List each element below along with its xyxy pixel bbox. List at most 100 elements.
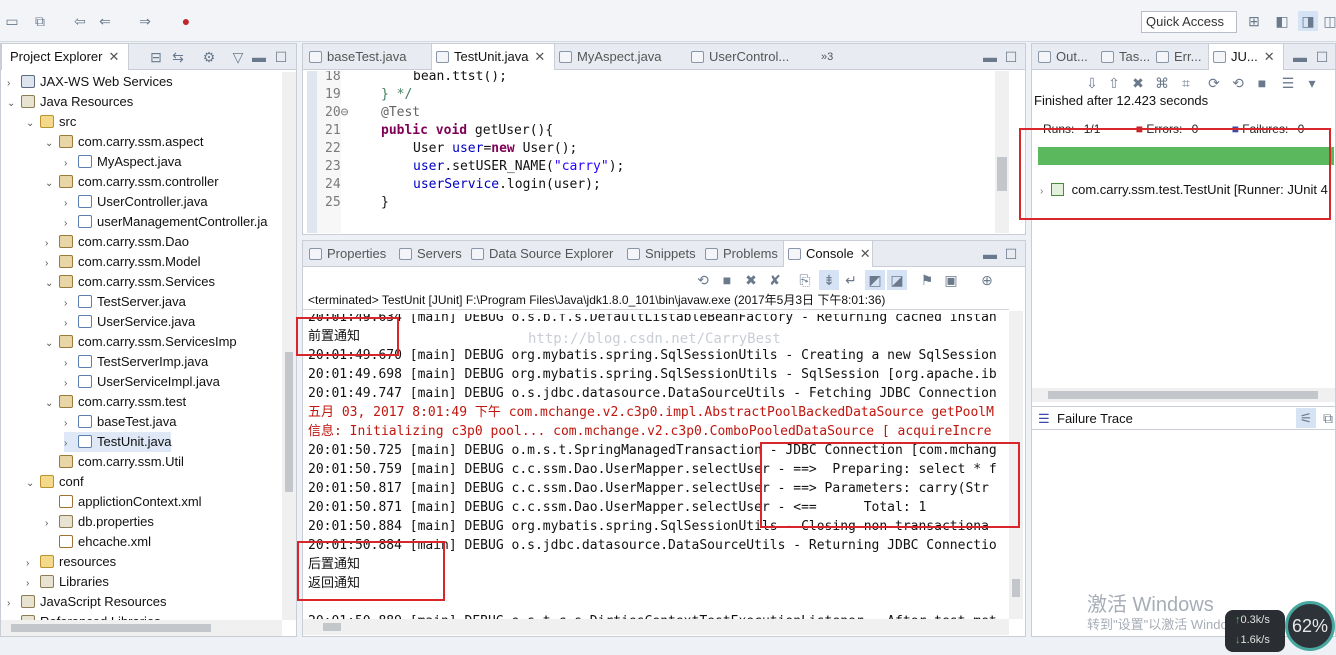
tab-snippets[interactable]: Snippets — [623, 241, 696, 267]
chevron-down-icon[interactable]: ⌄ — [45, 174, 59, 194]
perspective-java-icon[interactable]: ◨ — [1298, 11, 1318, 31]
chevron-right-icon[interactable]: › — [45, 254, 59, 274]
console-scrollbar[interactable] — [1009, 311, 1023, 619]
tree-item[interactable]: ⌄ conf — [26, 472, 84, 492]
cpu-usage-gauge[interactable]: 62% — [1285, 601, 1335, 651]
tree-item[interactable]: › TestServer.java — [64, 292, 186, 312]
chevron-right-icon[interactable]: › — [64, 154, 78, 174]
chevron-down-icon[interactable]: ⌄ — [45, 274, 59, 294]
show-skipped-icon[interactable]: ⌗ — [1176, 73, 1196, 93]
tree-item[interactable]: ⌄ com.carry.ssm.ServicesImp — [45, 332, 237, 352]
forward-arrow-icon[interactable]: ⇒ — [135, 11, 155, 31]
tree-scrollbar[interactable] — [282, 72, 296, 620]
tree-item[interactable]: ⌄ src — [26, 112, 76, 132]
tree-item[interactable]: ⌄ com.carry.ssm.Services — [45, 272, 215, 292]
tab-data-source-explorer[interactable]: Data Source Explorer — [467, 241, 613, 267]
tab-outline[interactable]: Out... — [1034, 44, 1088, 70]
scroll-lock-icon[interactable]: ⌘ — [1152, 73, 1172, 93]
tree-item[interactable]: › UserServiceImpl.java — [64, 372, 220, 392]
console-hscrollbar[interactable] — [303, 619, 1009, 635]
tree-item[interactable]: › TestServerImp.java — [64, 352, 208, 372]
show-on-stderr-icon[interactable]: ◪ — [887, 270, 907, 290]
redhat-icon[interactable]: ● — [176, 11, 196, 31]
chevron-right-icon[interactable]: › — [64, 434, 78, 454]
tree-item[interactable]: ⌄ Java Resources — [7, 92, 133, 112]
editor-scrollbar[interactable] — [995, 71, 1009, 233]
tab-error-log[interactable]: Err... — [1152, 44, 1201, 70]
chevron-right-icon[interactable]: › — [64, 374, 78, 394]
tab-console[interactable]: Console ✕ — [783, 241, 873, 267]
tree-item[interactable]: › UserController.java — [64, 192, 208, 212]
remove-all-terminated-icon[interactable]: ✘ — [765, 270, 785, 290]
console-output[interactable]: 20:01:49.634 [main] DEBUG o.s.b.f.s.Defa… — [303, 314, 1009, 619]
close-icon[interactable]: ✕ — [1264, 49, 1275, 64]
perspective-javaee-icon[interactable]: ◧ — [1272, 11, 1292, 31]
clear-console-icon[interactable]: ⎘ — [795, 270, 815, 290]
tree-item[interactable]: › JAX-WS Web Services — [7, 72, 173, 92]
network-monitor[interactable]: ↑0.3k/s ↓1.6k/s — [1225, 610, 1285, 652]
chevron-down-icon[interactable]: ⌄ — [45, 334, 59, 354]
tree-item[interactable]: › com.carry.ssm.Dao — [45, 232, 189, 252]
perspective-debug-icon[interactable]: ◫ — [1320, 11, 1336, 31]
tab-usercontroller[interactable]: UserControl... — [687, 44, 807, 70]
rerun-failed-icon[interactable]: ⟲ — [1228, 73, 1248, 93]
filter-icon[interactable]: ⚙ — [199, 47, 219, 67]
scrollbar-thumb[interactable] — [1012, 579, 1020, 597]
back-icon[interactable]: ⇦ — [70, 11, 90, 31]
tree-item[interactable]: › Libraries — [26, 572, 109, 592]
tree-item[interactable]: ⌄ com.carry.ssm.test — [45, 392, 186, 412]
chevron-right-icon[interactable]: › — [45, 234, 59, 254]
open-perspective-icon[interactable]: ⊞ — [1244, 11, 1264, 31]
close-icon[interactable]: ✕ — [534, 49, 545, 64]
open-console-icon[interactable]: ⊕ — [977, 270, 997, 290]
chevron-down-icon[interactable]: ⌄ — [45, 134, 59, 154]
minimize-icon[interactable]: ▬ — [1290, 47, 1310, 67]
pin-console-icon[interactable]: ⚑ — [917, 270, 937, 290]
minimize-icon[interactable]: ▬ — [249, 47, 269, 67]
junit-test-item[interactable]: › com.carry.ssm.test.TestUnit [Runner: J… — [1040, 180, 1332, 200]
view-menu-icon[interactable]: ▾ — [1302, 73, 1322, 93]
quick-access-input[interactable]: Quick Access — [1141, 11, 1237, 33]
maximize-icon[interactable]: ☐ — [1001, 47, 1021, 67]
chevron-right-icon[interactable]: › — [64, 194, 78, 214]
chevron-right-icon[interactable]: › — [64, 314, 78, 334]
hscrollbar-thumb[interactable] — [11, 624, 211, 632]
tree-item[interactable]: ⌄ com.carry.ssm.controller — [45, 172, 219, 192]
more-tabs-button[interactable]: »3 — [815, 44, 833, 70]
maximize-icon[interactable]: ☐ — [1312, 47, 1332, 67]
junit-hscrollbar[interactable] — [1032, 388, 1335, 402]
maximize-icon[interactable]: ☐ — [1001, 244, 1021, 264]
chevron-right-icon[interactable]: › — [64, 414, 78, 434]
chevron-down-icon[interactable]: ⌄ — [7, 94, 21, 114]
filter-stack-icon[interactable]: ⚟ — [1296, 408, 1316, 428]
show-on-stdout-icon[interactable]: ◩ — [865, 270, 885, 290]
chevron-down-icon[interactable]: ⌄ — [26, 114, 40, 134]
tree-item[interactable]: › baseTest.java — [64, 412, 177, 432]
tree-item[interactable]: › MyAspect.java — [64, 152, 182, 172]
tab-problems[interactable]: Problems — [701, 241, 778, 267]
stop-icon[interactable]: ■ — [1252, 73, 1272, 93]
tree-item[interactable]: › db.properties — [45, 512, 154, 532]
code-area[interactable]: 18 bean.ttst(); 19} */ 20⊖ @Test 21 public … — [317, 71, 1007, 233]
remove-all-icon[interactable]: ✖ — [741, 270, 761, 290]
chevron-right-icon[interactable]: › — [64, 354, 78, 374]
tree-item[interactable]: › userManagementController.ja — [64, 212, 268, 232]
tab-properties[interactable]: Properties — [305, 241, 386, 267]
chevron-down-icon[interactable]: ⌄ — [45, 394, 59, 414]
hscrollbar-thumb[interactable] — [1048, 391, 1318, 399]
chevron-down-icon[interactable]: ⌄ — [26, 474, 40, 494]
history-icon[interactable]: ☰ — [1278, 73, 1298, 93]
scrollbar-thumb[interactable] — [997, 157, 1007, 191]
word-wrap-icon[interactable]: ↵ — [841, 270, 861, 290]
tree-item[interactable]: › com.carry.ssm.Model — [45, 252, 201, 272]
terminate-icon[interactable]: ■ — [717, 270, 737, 290]
minimize-icon[interactable]: ▬ — [980, 47, 1000, 67]
tree-item[interactable]: › TestUnit.java — [64, 432, 172, 454]
save-icon[interactable]: ⧉ — [30, 11, 50, 31]
link-editor-icon[interactable]: ⇆ — [168, 47, 188, 67]
chevron-right-icon[interactable]: › — [7, 74, 21, 94]
tab-basetest[interactable]: baseTest.java — [305, 44, 427, 70]
tab-tasks[interactable]: Tas... — [1097, 44, 1150, 70]
remove-launch-icon[interactable]: ⟲ — [693, 270, 713, 290]
scroll-lock-icon[interactable]: ⇟ — [819, 270, 839, 290]
